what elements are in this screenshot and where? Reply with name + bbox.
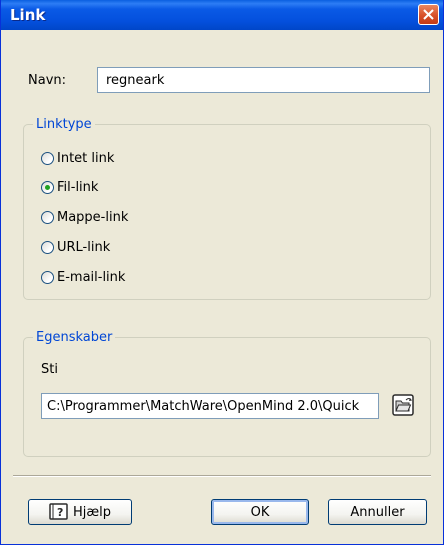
radio-email-link[interactable]: E-mail-link: [41, 268, 125, 286]
help-button-label: Hjælp: [72, 504, 112, 520]
radio-button[interactable]: [41, 151, 54, 165]
close-icon: [423, 9, 434, 20]
radio-mappe-link[interactable]: Mappe-link: [41, 208, 128, 226]
radio-label: URL-link: [57, 239, 111, 255]
footer-separator: [13, 475, 431, 477]
cancel-button[interactable]: Annuller: [328, 499, 427, 525]
help-book-icon: ?: [49, 503, 68, 520]
radio-label: Fil-link: [57, 179, 99, 195]
radio-label: Mappe-link: [57, 209, 129, 225]
open-folder-icon: [392, 394, 414, 416]
radio-button[interactable]: [41, 240, 54, 254]
link-dialog: Link Navn: regneark Linktype Intet link …: [0, 0, 444, 545]
ok-button[interactable]: OK: [211, 499, 309, 525]
radio-button-checked[interactable]: [41, 180, 54, 194]
radio-url-link[interactable]: URL-link: [41, 238, 110, 256]
path-label: Sti: [41, 362, 58, 377]
properties-legend: Egenskaber: [33, 330, 116, 345]
link-type-legend: Linktype: [33, 117, 95, 132]
close-button[interactable]: [418, 4, 439, 25]
name-input[interactable]: regneark: [97, 67, 430, 93]
radio-label: Intet link: [57, 150, 115, 166]
radio-intet-link[interactable]: Intet link: [41, 149, 114, 167]
name-label: Navn:: [28, 73, 67, 88]
help-button[interactable]: ? Hjælp: [28, 499, 132, 525]
radio-label: E-mail-link: [57, 269, 126, 285]
svg-text:?: ?: [57, 506, 63, 519]
browse-button[interactable]: [388, 390, 418, 420]
title-bar[interactable]: Link: [1, 0, 443, 30]
radio-fil-link[interactable]: Fil-link: [41, 178, 98, 196]
cancel-button-label: Annuller: [350, 504, 405, 520]
ok-button-label: OK: [250, 504, 270, 520]
window-title: Link: [10, 6, 46, 24]
radio-button[interactable]: [41, 270, 54, 284]
radio-button[interactable]: [41, 210, 54, 224]
path-input[interactable]: C:\Programmer\MatchWare\OpenMind 2.0\Qui…: [41, 393, 379, 419]
